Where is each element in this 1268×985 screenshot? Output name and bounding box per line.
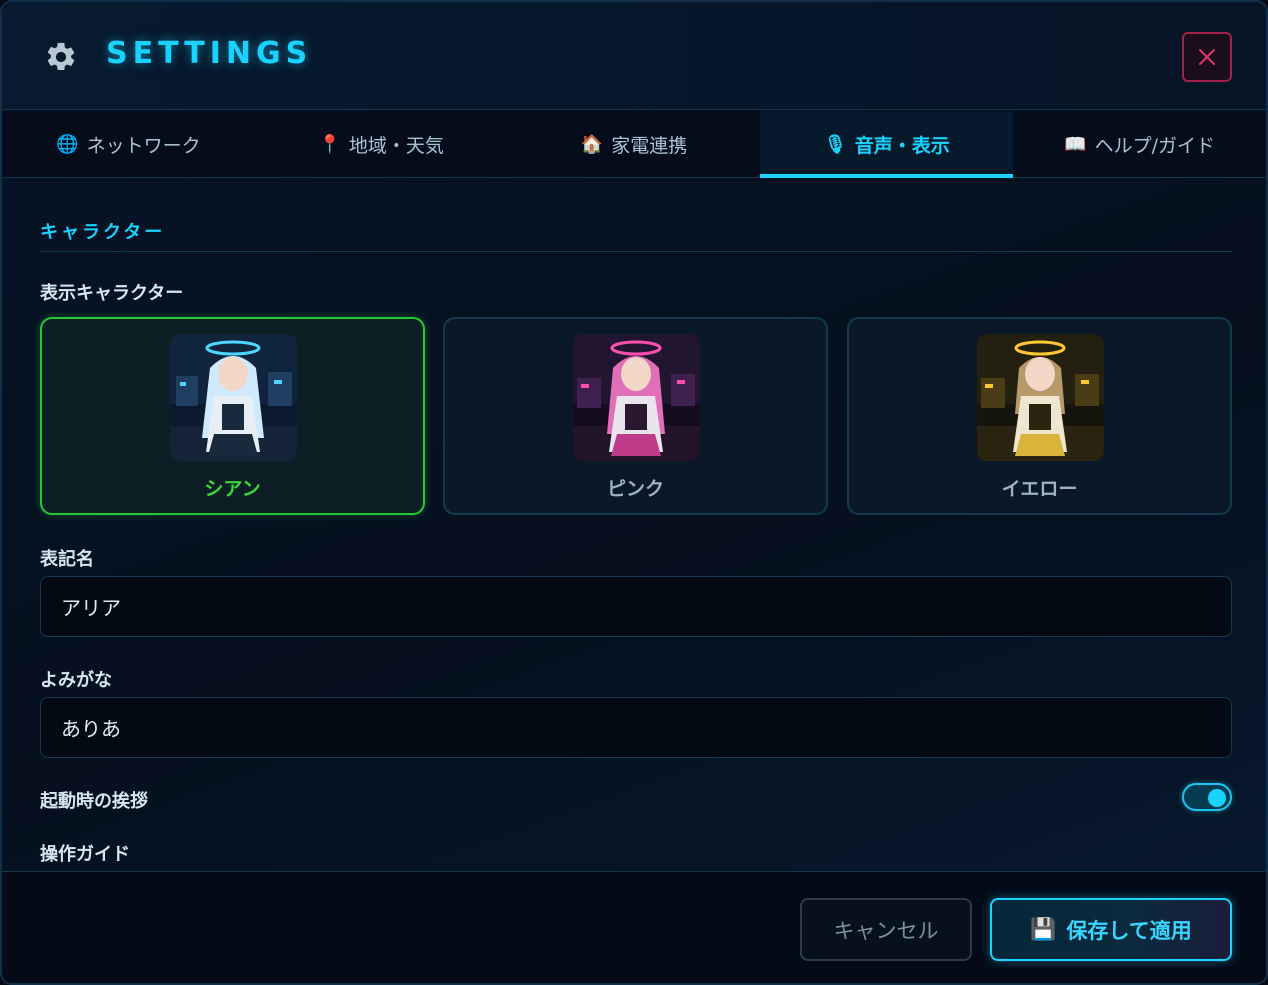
tab-region-weather[interactable]: 📍 地域・天気 — [255, 111, 508, 177]
character-card-cyan[interactable]: シアン — [40, 317, 425, 515]
character-selector: シアン ピンク イエロー — [40, 317, 1232, 515]
toggle-knob — [1208, 789, 1226, 807]
character-name: イエロー — [1001, 478, 1078, 500]
tab-label: ネットワーク — [86, 134, 201, 157]
section-divider — [40, 251, 1232, 252]
microphone-icon: 🎙 — [823, 133, 847, 155]
display-name-label: 表記名 — [40, 549, 94, 570]
dialog-footer: キャンセル 💾 保存して適用 — [2, 871, 1266, 983]
tab-appliances[interactable]: 🏠 家電連携 — [508, 111, 761, 177]
tab-bar: 🌐 ネットワーク 📍 地域・天気 🏠 家電連携 🎙 音声・表示 📖 ヘルプ/ガイ… — [2, 111, 1266, 178]
section-title: キャラクター — [40, 222, 166, 243]
dialog-header: SETTINGS — [2, 2, 1266, 110]
globe-icon: 🌐 — [56, 133, 79, 155]
pin-icon: 📍 — [318, 133, 341, 155]
close-icon — [1199, 49, 1215, 65]
tab-label: ヘルプ/ガイド — [1094, 134, 1215, 157]
reading-label: よみがな — [40, 670, 112, 691]
tab-label: 音声・表示 — [854, 134, 950, 157]
character-name: シアン — [204, 478, 261, 500]
display-name-value: アリア — [61, 596, 121, 620]
tab-help-guide[interactable]: 📖 ヘルプ/ガイド — [1013, 111, 1266, 177]
settings-dialog: SETTINGS 🌐 ネットワーク 📍 地域・天気 🏠 家電連携 🎙 音声・表示… — [0, 0, 1268, 985]
cancel-button[interactable]: キャンセル — [800, 898, 972, 961]
operation-guide-label: 操作ガイド — [40, 844, 130, 865]
character-label: 表示キャラクター — [40, 283, 184, 304]
character-card-pink[interactable]: ピンク — [443, 317, 828, 515]
house-icon: 🏠 — [580, 133, 604, 155]
startup-greeting-label: 起動時の挨拶 — [40, 791, 148, 812]
character-name: ピンク — [606, 478, 664, 500]
save-apply-button[interactable]: 💾 保存して適用 — [990, 898, 1232, 961]
floppy-disk-icon: 💾 — [1030, 917, 1057, 941]
character-portrait — [976, 334, 1104, 461]
startup-greeting-toggle[interactable] — [1182, 783, 1232, 811]
character-portrait — [572, 334, 700, 461]
tab-label: 家電連携 — [611, 134, 688, 157]
reading-value: ありあ — [61, 717, 121, 741]
reading-field[interactable]: ありあ — [40, 697, 1232, 758]
close-button[interactable] — [1182, 32, 1232, 82]
book-icon: 📖 — [1064, 133, 1087, 155]
tab-voice-display[interactable]: 🎙 音声・表示 — [760, 111, 1014, 178]
display-name-field[interactable]: アリア — [40, 576, 1232, 637]
tab-network[interactable]: 🌐 ネットワーク — [2, 111, 255, 177]
gear-icon — [47, 42, 75, 71]
character-card-yellow[interactable]: イエロー — [847, 317, 1232, 515]
tab-label: 地域・天気 — [348, 134, 444, 157]
dialog-title: SETTINGS — [106, 36, 313, 71]
character-portrait — [169, 334, 297, 461]
save-apply-label: 保存して適用 — [1066, 918, 1192, 943]
